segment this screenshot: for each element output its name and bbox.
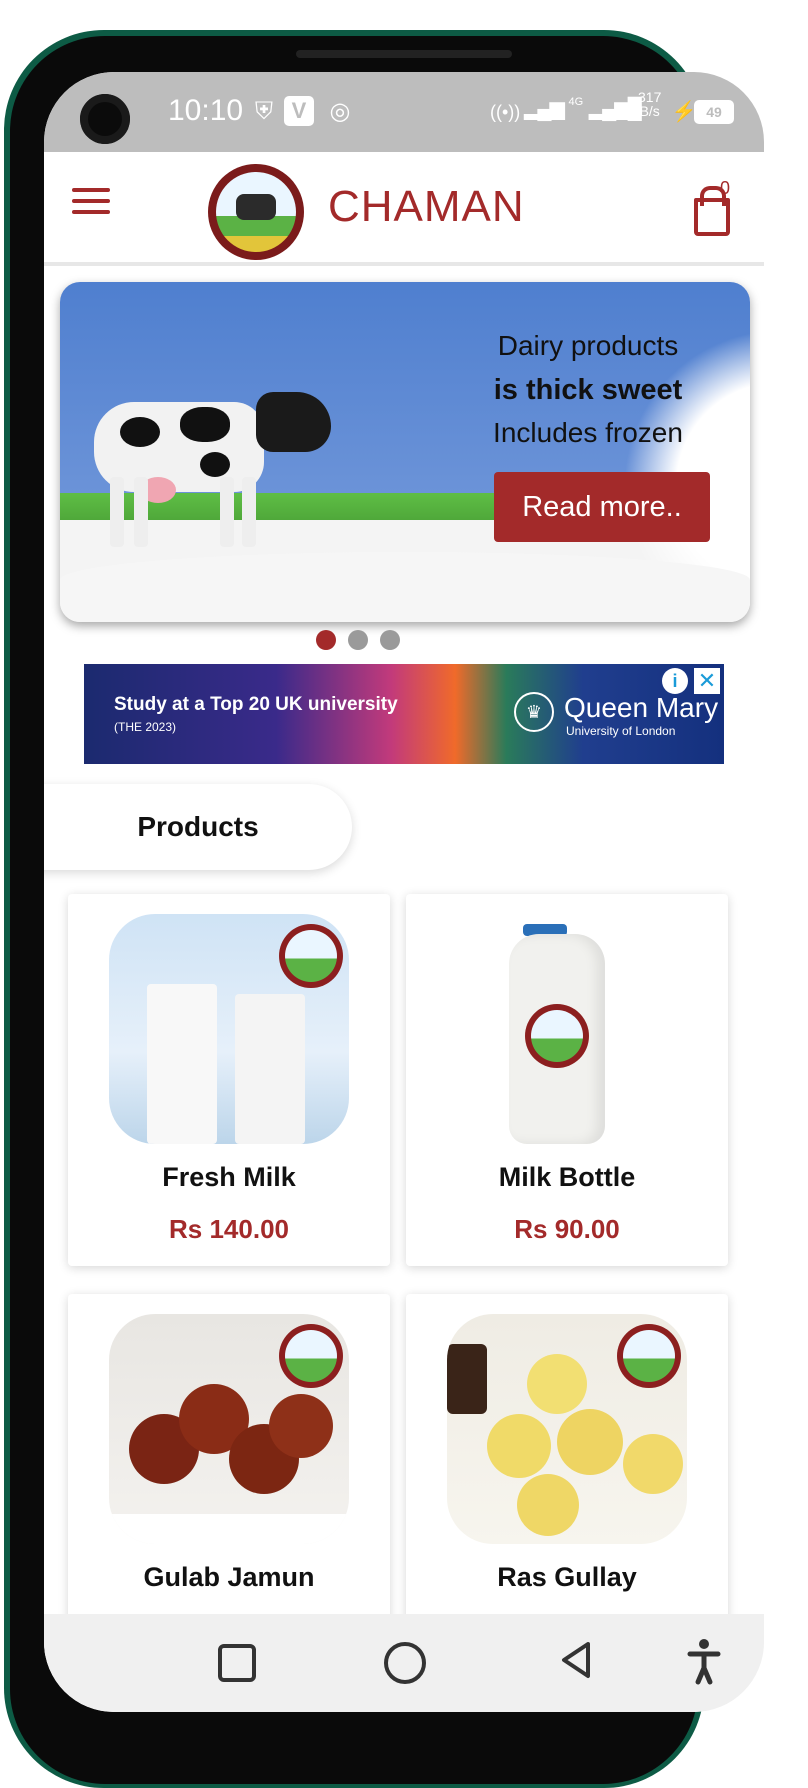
serving-plate	[109, 1514, 349, 1544]
stamp-inner	[285, 1330, 337, 1382]
brand-title[interactable]: CHAMAN	[328, 182, 525, 232]
cow-spot	[180, 407, 230, 442]
rasgulla-ball	[527, 1354, 587, 1414]
status-bar: 10:10 ⛨ V ◎ ((•)) ▂▄▆ 4G ▂▄▆█ 317 B/s ⚡ …	[44, 72, 764, 152]
status-time: 10:10	[168, 94, 244, 127]
front-camera	[80, 94, 130, 144]
products-label: Products	[137, 811, 259, 842]
product-price: Rs 90.00	[514, 1214, 620, 1244]
cow-leg	[110, 477, 124, 547]
carousel-dot-1[interactable]	[316, 630, 336, 650]
network-speed: 317 B/s	[638, 89, 662, 119]
brand-stamp	[617, 1324, 681, 1388]
product-name: Milk Bottle	[498, 1162, 636, 1192]
stamp-inner	[285, 930, 337, 982]
shield-icon: ⛨	[255, 98, 273, 125]
product-image-gulab-jamun	[109, 1314, 349, 1544]
sync-icon: ◎	[329, 98, 351, 125]
promo-banner[interactable]: Dairy products is thick sweet Includes f…	[60, 282, 750, 622]
battery-icon: 49	[694, 100, 734, 124]
app-header: CHAMAN 0	[44, 152, 764, 266]
ad-info-icon[interactable]: i	[662, 668, 688, 694]
carousel-dot-3[interactable]	[380, 630, 400, 650]
carousel-dot-2[interactable]	[348, 630, 368, 650]
milk-wave	[60, 552, 750, 622]
signal-icon: ▂▄▆ 4G ▂▄▆█	[524, 96, 642, 120]
rasgulla-ball	[557, 1409, 623, 1475]
menu-icon[interactable]	[72, 188, 110, 221]
accessibility-icon[interactable]	[684, 1636, 724, 1686]
ad-title: Study at a Top 20 UK university	[114, 694, 398, 715]
crown-icon: ♛	[514, 692, 554, 732]
products-section-tab[interactable]: Products	[44, 784, 352, 870]
product-card-gulab-jamun[interactable]: Gulab Jamun	[68, 1294, 390, 1666]
rasgulla-ball	[517, 1474, 579, 1536]
banner-line-3: Includes frozen	[493, 417, 683, 448]
product-price: Rs 140.00	[169, 1214, 289, 1244]
read-more-button[interactable]: Read more..	[494, 472, 710, 542]
product-image-milk-bottle	[447, 914, 687, 1144]
brand-stamp	[279, 1324, 343, 1388]
phone-screen: 10:10 ⛨ V ◎ ((•)) ▂▄▆ 4G ▂▄▆█ 317 B/s ⚡ …	[44, 72, 764, 1712]
recent-apps-icon[interactable]	[218, 1644, 256, 1682]
rasgulla-ball	[487, 1414, 551, 1478]
product-image-ras-gullay	[447, 1314, 687, 1544]
back-icon[interactable]	[556, 1638, 596, 1682]
cow-icon	[236, 194, 276, 220]
stamp-inner	[531, 1010, 583, 1062]
phone-speaker	[296, 50, 512, 58]
product-image-fresh-milk	[109, 914, 349, 1144]
brand-stamp	[525, 1004, 589, 1068]
product-card-fresh-milk[interactable]: Fresh Milk Rs 140.00	[68, 894, 390, 1266]
cow-leg	[220, 477, 234, 547]
logo-emblem	[216, 172, 296, 252]
jamun-ball	[269, 1394, 333, 1458]
product-card-milk-bottle[interactable]: Milk Bottle Rs 90.00	[406, 894, 728, 1266]
system-navigation-bar	[44, 1614, 764, 1712]
cow-leg	[242, 477, 256, 547]
cake-slice	[447, 1344, 487, 1414]
ad-close-icon[interactable]: ✕	[694, 668, 720, 694]
ad-brand: Queen Mary	[564, 692, 719, 723]
cow-spot	[200, 452, 230, 477]
brand-stamp	[279, 924, 343, 988]
hotspot-icon: ((•))	[490, 102, 521, 122]
product-name: Ras Gullay	[497, 1562, 637, 1592]
banner-line-1: Dairy products	[497, 330, 679, 361]
banner-line-2: is thick sweet	[493, 374, 683, 406]
product-name: Fresh Milk	[162, 1162, 296, 1192]
stamp-inner	[623, 1330, 675, 1382]
cow-leg	[134, 477, 148, 547]
rasgulla-ball	[623, 1434, 683, 1494]
cow-head	[256, 392, 331, 452]
cart-icon[interactable]	[694, 198, 730, 236]
ad-banner[interactable]: Study at a Top 20 UK university (THE 202…	[84, 664, 724, 764]
vpn-icon: V	[284, 96, 314, 126]
home-icon[interactable]	[384, 1642, 426, 1684]
milk-glass	[235, 994, 305, 1144]
ad-brand-sub: University of London	[566, 724, 676, 738]
cart-count-badge: 0	[720, 178, 731, 198]
ad-subtitle: (THE 2023)	[114, 720, 177, 734]
product-name: Gulab Jamun	[143, 1562, 315, 1592]
product-card-ras-gullay[interactable]: Ras Gullay	[406, 1294, 728, 1666]
brand-logo[interactable]	[208, 164, 304, 260]
cow-spot	[120, 417, 160, 447]
milk-glass	[147, 984, 217, 1144]
